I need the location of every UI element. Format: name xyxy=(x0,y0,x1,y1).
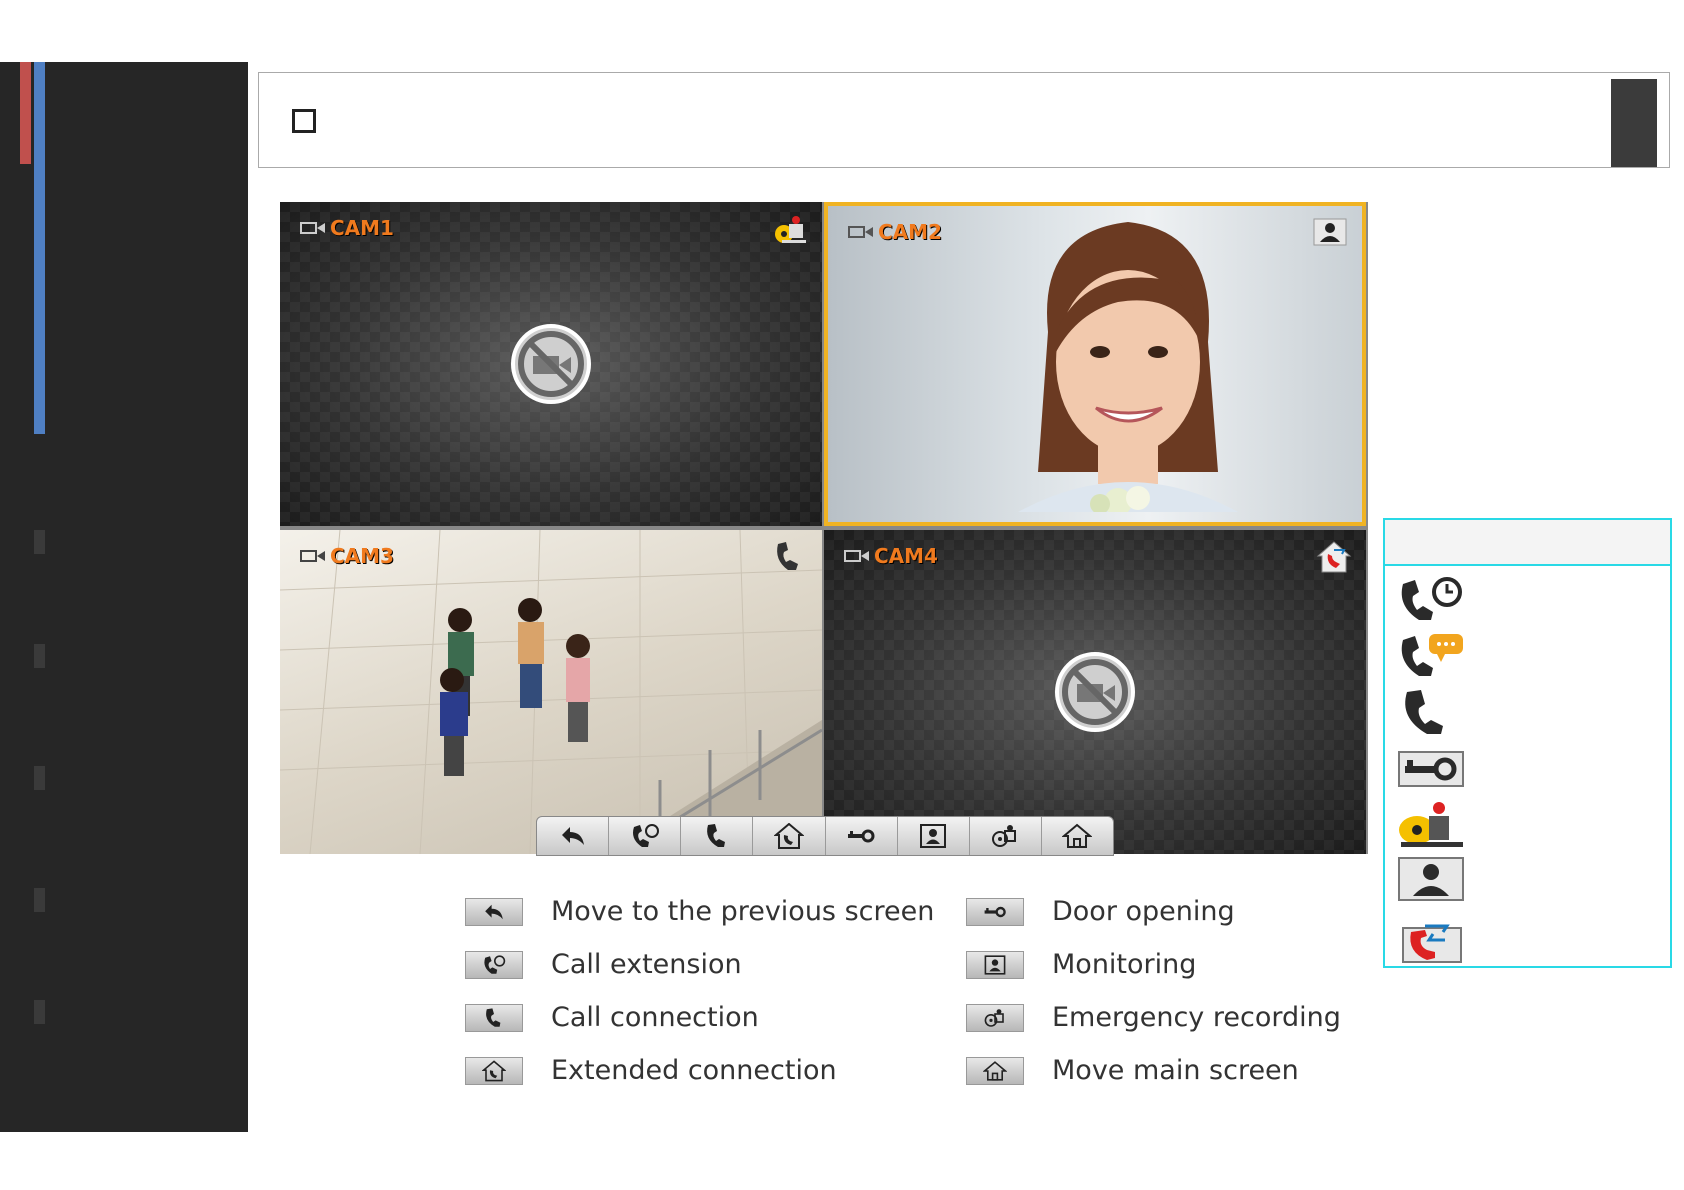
no-camera-icon xyxy=(511,324,591,404)
legend-row: Monitoring xyxy=(966,949,1196,980)
status-icon-panel xyxy=(1383,518,1672,968)
call-connection-icon xyxy=(706,824,725,847)
extended-connection-icon xyxy=(465,1056,523,1085)
legend-row: Door opening xyxy=(966,896,1235,927)
door-key-icon xyxy=(1398,751,1464,787)
camera-icon xyxy=(844,550,869,562)
camera-grid: CAM1 CAM2 CAM3 CAM4 xyxy=(280,202,1368,856)
camera-label: CAM1 xyxy=(300,216,394,240)
visitor-face-image xyxy=(1018,222,1238,512)
camera-toolbar xyxy=(536,816,1114,856)
sidebar-accent-red xyxy=(20,62,31,164)
sidebar-marker[interactable] xyxy=(34,530,45,554)
extended-connection-icon xyxy=(1402,924,1462,963)
header-tab xyxy=(1611,79,1657,167)
panel-header xyxy=(1385,520,1670,566)
monitoring-icon xyxy=(920,824,947,848)
call-extension-icon xyxy=(632,824,659,847)
page-header xyxy=(258,72,1670,168)
camera-tile-4[interactable]: CAM4 xyxy=(824,530,1366,854)
camera-label: CAM4 xyxy=(844,544,938,568)
legend-row: Move main screen xyxy=(966,1055,1299,1086)
sidebar-marker[interactable] xyxy=(34,1000,45,1024)
call-extension-icon xyxy=(465,950,523,979)
lock-record-icon xyxy=(775,216,806,243)
back-button[interactable] xyxy=(537,817,610,855)
monitoring-icon xyxy=(1398,857,1464,901)
home-icon xyxy=(1062,823,1093,848)
call-extension-button[interactable] xyxy=(609,817,682,855)
camera-icon xyxy=(848,226,873,238)
legend-row: Emergency recording xyxy=(966,1002,1341,1033)
monitoring-icon xyxy=(1313,218,1347,246)
monitoring-button[interactable] xyxy=(898,817,970,855)
call-connection-icon xyxy=(465,1003,523,1032)
call-connection-button[interactable] xyxy=(681,817,754,855)
home-icon xyxy=(966,1056,1024,1085)
back-icon xyxy=(465,897,523,926)
call-message-icon xyxy=(1401,634,1463,676)
door-opening-button[interactable] xyxy=(826,817,898,855)
lobby-image xyxy=(280,530,822,854)
no-camera-icon xyxy=(1055,652,1135,732)
camera-tile-2[interactable]: CAM2 xyxy=(824,202,1366,526)
sidebar-marker[interactable] xyxy=(34,644,45,668)
legend-row: Move to the previous screen xyxy=(465,896,934,927)
camera-tile-1[interactable]: CAM1 xyxy=(280,202,822,526)
legend-row: Call connection xyxy=(465,1002,759,1033)
extended-connection-icon xyxy=(773,823,804,849)
camera-label: CAM2 xyxy=(848,220,942,244)
camera-label: CAM3 xyxy=(300,544,394,568)
extended-connection-button[interactable] xyxy=(753,817,826,855)
emergency-recording-icon xyxy=(992,825,1017,847)
phone-icon xyxy=(777,542,798,570)
legend-row: Extended connection xyxy=(465,1055,837,1086)
emergency-recording-icon xyxy=(966,1003,1024,1032)
main-screen-button[interactable] xyxy=(1042,817,1113,855)
emergency-recording-button[interactable] xyxy=(970,817,1042,855)
sidebar-accent-blue xyxy=(34,62,45,434)
sidebar-marker[interactable] xyxy=(34,888,45,912)
monitoring-icon xyxy=(966,950,1024,979)
camera-tile-3[interactable]: CAM3 xyxy=(280,530,822,854)
door-key-icon xyxy=(848,829,875,843)
back-icon xyxy=(561,827,584,845)
legend-row: Call extension xyxy=(465,949,742,980)
camera-icon xyxy=(300,550,325,562)
call-active-icon xyxy=(1405,690,1443,734)
sidebar-marker[interactable] xyxy=(34,766,45,790)
call-waiting-icon xyxy=(1401,577,1462,620)
emergency-recording-icon xyxy=(1399,802,1463,847)
checkbox-icon xyxy=(292,109,316,133)
door-key-icon xyxy=(966,897,1024,926)
camera-icon xyxy=(300,222,325,234)
extended-connection-icon xyxy=(1316,541,1352,573)
sidebar xyxy=(0,62,248,1132)
